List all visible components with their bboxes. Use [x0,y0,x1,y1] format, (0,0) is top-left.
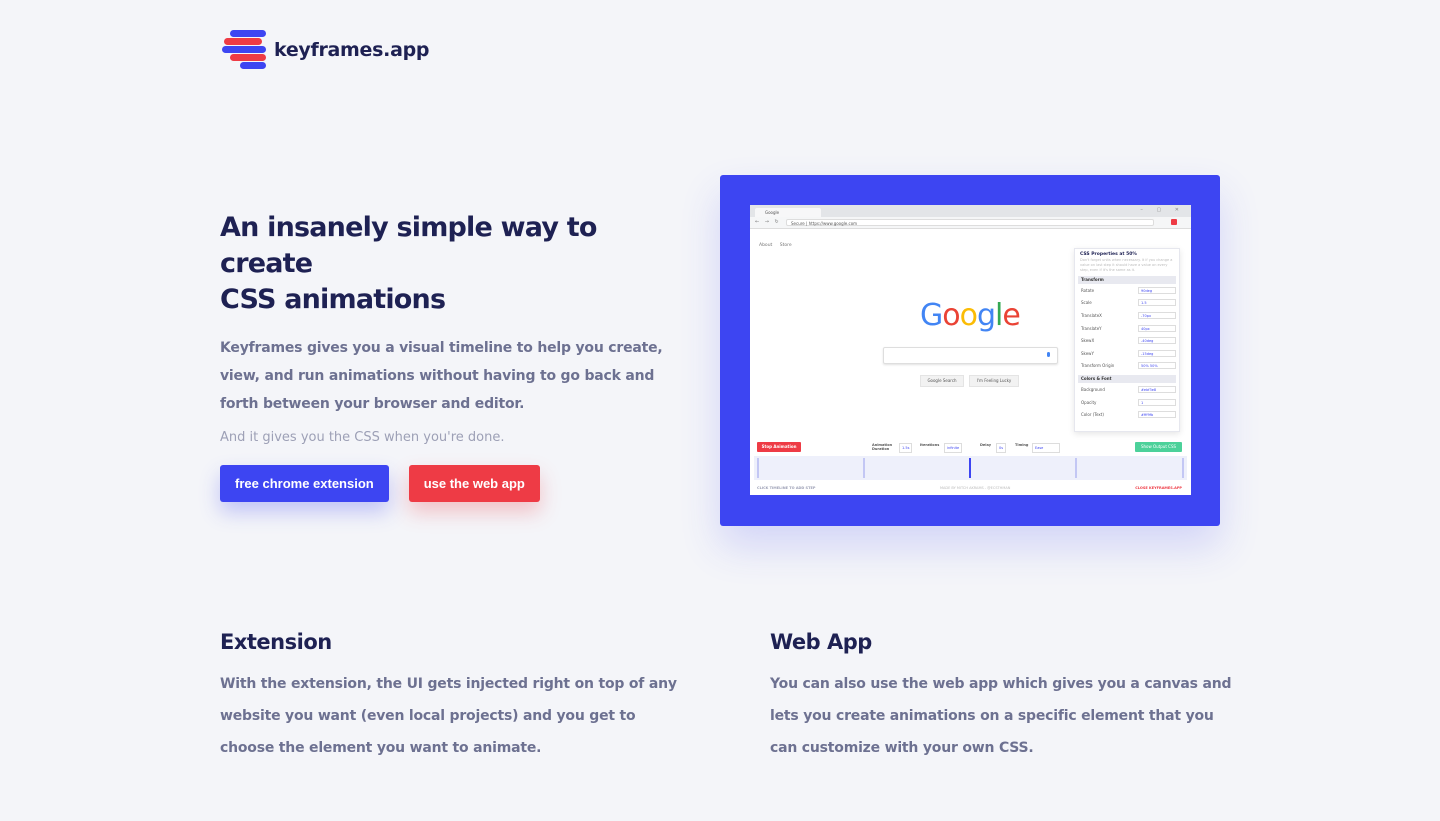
hero-title-line1: An insanely simple way to create [220,212,597,279]
address-row: ← → ↻ Secure | https://www.google.com [750,217,1191,229]
panel-section-colors: Colors & Font [1078,375,1176,384]
panel-section-transform: Transform [1078,276,1176,284]
timing-label: Timing [1015,443,1029,447]
css-properties-panel: CSS Properties at 50% Don't forget units… [1074,248,1180,432]
feature-extension: Extension With the extension, the UI get… [220,630,690,764]
product-screenshot: Google – ▢ ✕ ← → ↻ Secure | https://www.… [720,175,1220,526]
panel-row: Opacity 1 [1075,396,1179,409]
duration-value: 1.5s [899,443,913,453]
timing-value: Ease [1032,443,1060,453]
feeling-lucky-button: I'm Feeling Lucky [969,375,1019,387]
feature-text: With the extension, the UI gets injected… [220,676,677,756]
hero-title-line2: CSS animations [220,284,446,315]
google-search-button: Google Search [920,375,964,387]
panel-row: TranslateY 40px [1075,322,1179,335]
animation-controls: Stop Animation Animation Duration 1.5s I… [750,440,1191,454]
browser-window: Google – ▢ ✕ ← → ↻ Secure | https://www.… [750,205,1191,495]
hero-buttons: free chrome extension use the web app [220,465,690,502]
hero-subtext: And it gives you the CSS when you're don… [220,430,505,445]
google-search-box [883,347,1058,364]
feature-web-app: Web App You can also use the web app whi… [770,630,1240,764]
delay-label: Delay [980,443,992,447]
timeline [754,456,1187,480]
iterations-label: Iterations [920,443,940,447]
timeline-footer: CLICK TIMELINE TO ADD STEP MADE BY MITCH… [750,484,1191,492]
panel-row: SkewY -15deg [1075,347,1179,360]
browser-nav-icons: ← → ↻ [755,219,781,225]
timeline-step [757,458,759,478]
window-controls-icon: – ▢ ✕ [1140,207,1185,213]
panel-hint: Don't forget units when necessary. It if… [1080,258,1173,272]
delay-value: 0s [996,443,1007,453]
stop-animation-button: Stop Animation [757,442,801,452]
panel-row: Transform Origin 50% 50% [1075,360,1179,373]
panel-row: SkewX -40deg [1075,334,1179,347]
hero-title: An insanely simple way to create CSS ani… [220,210,690,318]
panel-title: CSS Properties at 50% [1080,252,1137,257]
panel-row: Background #ebf3e8 [1075,383,1179,396]
iterations-value: infinite [944,443,963,453]
close-keyframes-link: CLOSE KEYFRAMES.APP [1135,486,1182,490]
extension-icon [1171,219,1177,225]
panel-row: Scale 1.5 [1075,297,1179,310]
logo[interactable]: keyframes.app [222,28,430,72]
hero-section: An insanely simple way to create CSS ani… [220,210,690,502]
feature-title: Web App [770,630,872,654]
timeline-step [863,458,865,478]
browser-tab-bar: Google – ▢ ✕ [750,205,1191,217]
google-nav-store: Store [779,243,792,248]
timeline-step [1075,458,1077,478]
microphone-icon [1047,352,1050,357]
chrome-extension-button[interactable]: free chrome extension [220,465,389,502]
panel-row: TranslateX -70px [1075,309,1179,322]
timeline-hint: CLICK TIMELINE TO ADD STEP [757,486,816,490]
feature-title: Extension [220,630,332,654]
google-logo: Google [920,298,1021,333]
panel-row: Rotate 90deg [1075,284,1179,297]
brand-name: keyframes.app [274,39,430,61]
show-output-css-button: Show Output CSS [1135,442,1182,452]
hero-description: Keyframes gives you a visual timeline to… [220,340,663,412]
url-bar: Secure | https://www.google.com [786,219,1154,226]
timeline-step-active [969,458,971,478]
browser-tab: Google [755,208,821,217]
duration-label: Animation Duration [872,443,893,451]
google-nav-about: About [759,243,773,248]
made-by-credit: MADE BY MITCH AKRAMS - @ECSTHMAN [940,486,1011,490]
google-nav: About Store [759,243,798,248]
timeline-step [1182,458,1184,478]
stacked-bars-logo-icon [222,28,268,72]
web-app-button[interactable]: use the web app [408,465,540,502]
feature-text: You can also use the web app which gives… [770,676,1232,756]
panel-row: Color (Text) #fff9fb [1075,408,1179,421]
